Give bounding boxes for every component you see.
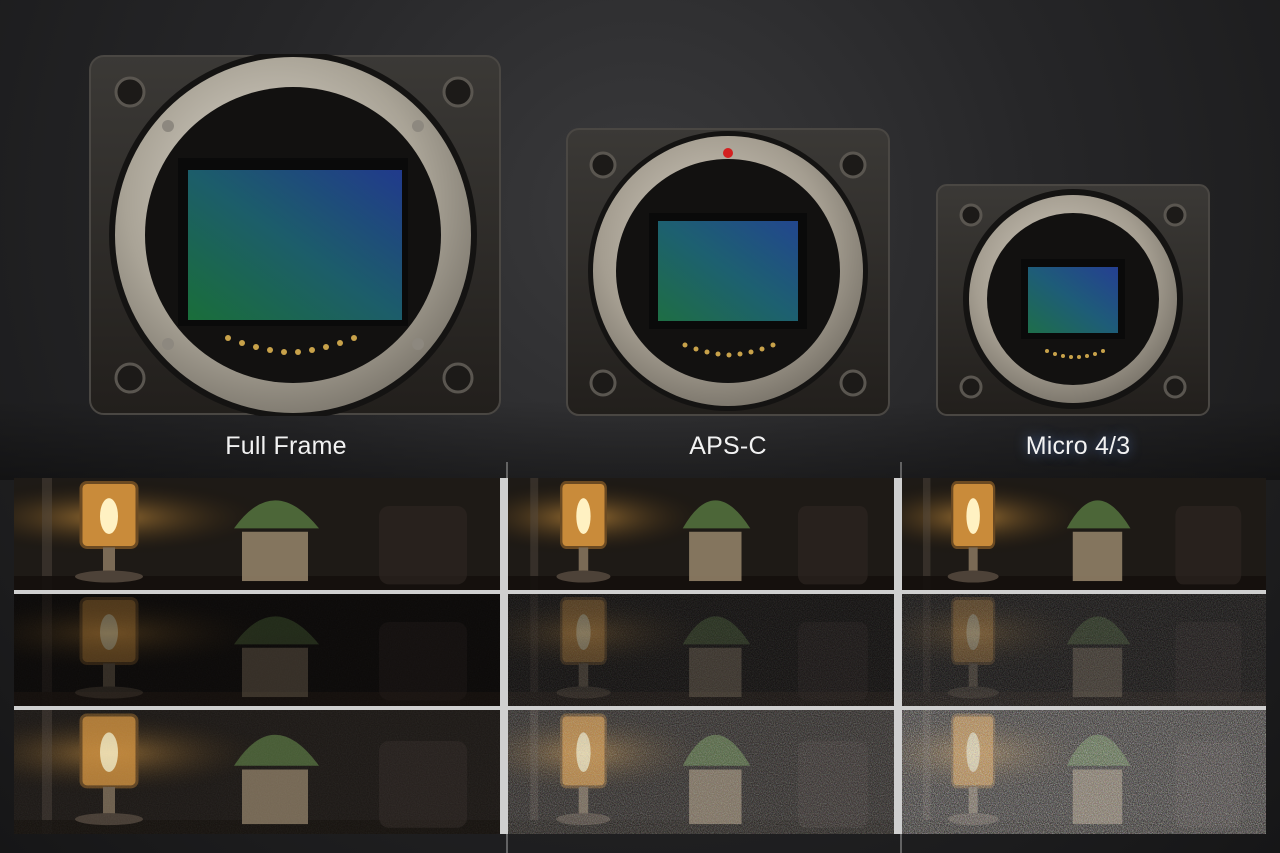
full-frame-camera (89, 54, 501, 416)
sample-tile (14, 594, 500, 706)
micro-four-thirds-camera (936, 184, 1210, 416)
sample-tile (902, 478, 1266, 590)
sample-tile (14, 478, 500, 590)
label-micro-four-thirds: Micro 4/3 (1025, 432, 1131, 460)
sample-tile (508, 478, 894, 590)
label-full-frame: Full Frame (225, 432, 347, 460)
sample-tile (14, 710, 500, 834)
sample-tile (902, 594, 1266, 706)
aps-c-camera (566, 128, 890, 416)
sample-tile (508, 710, 894, 834)
sample-tile (508, 594, 894, 706)
sample-image-grid (14, 478, 1266, 834)
sample-tile (902, 710, 1266, 834)
label-aps-c: APS-C (689, 432, 767, 460)
